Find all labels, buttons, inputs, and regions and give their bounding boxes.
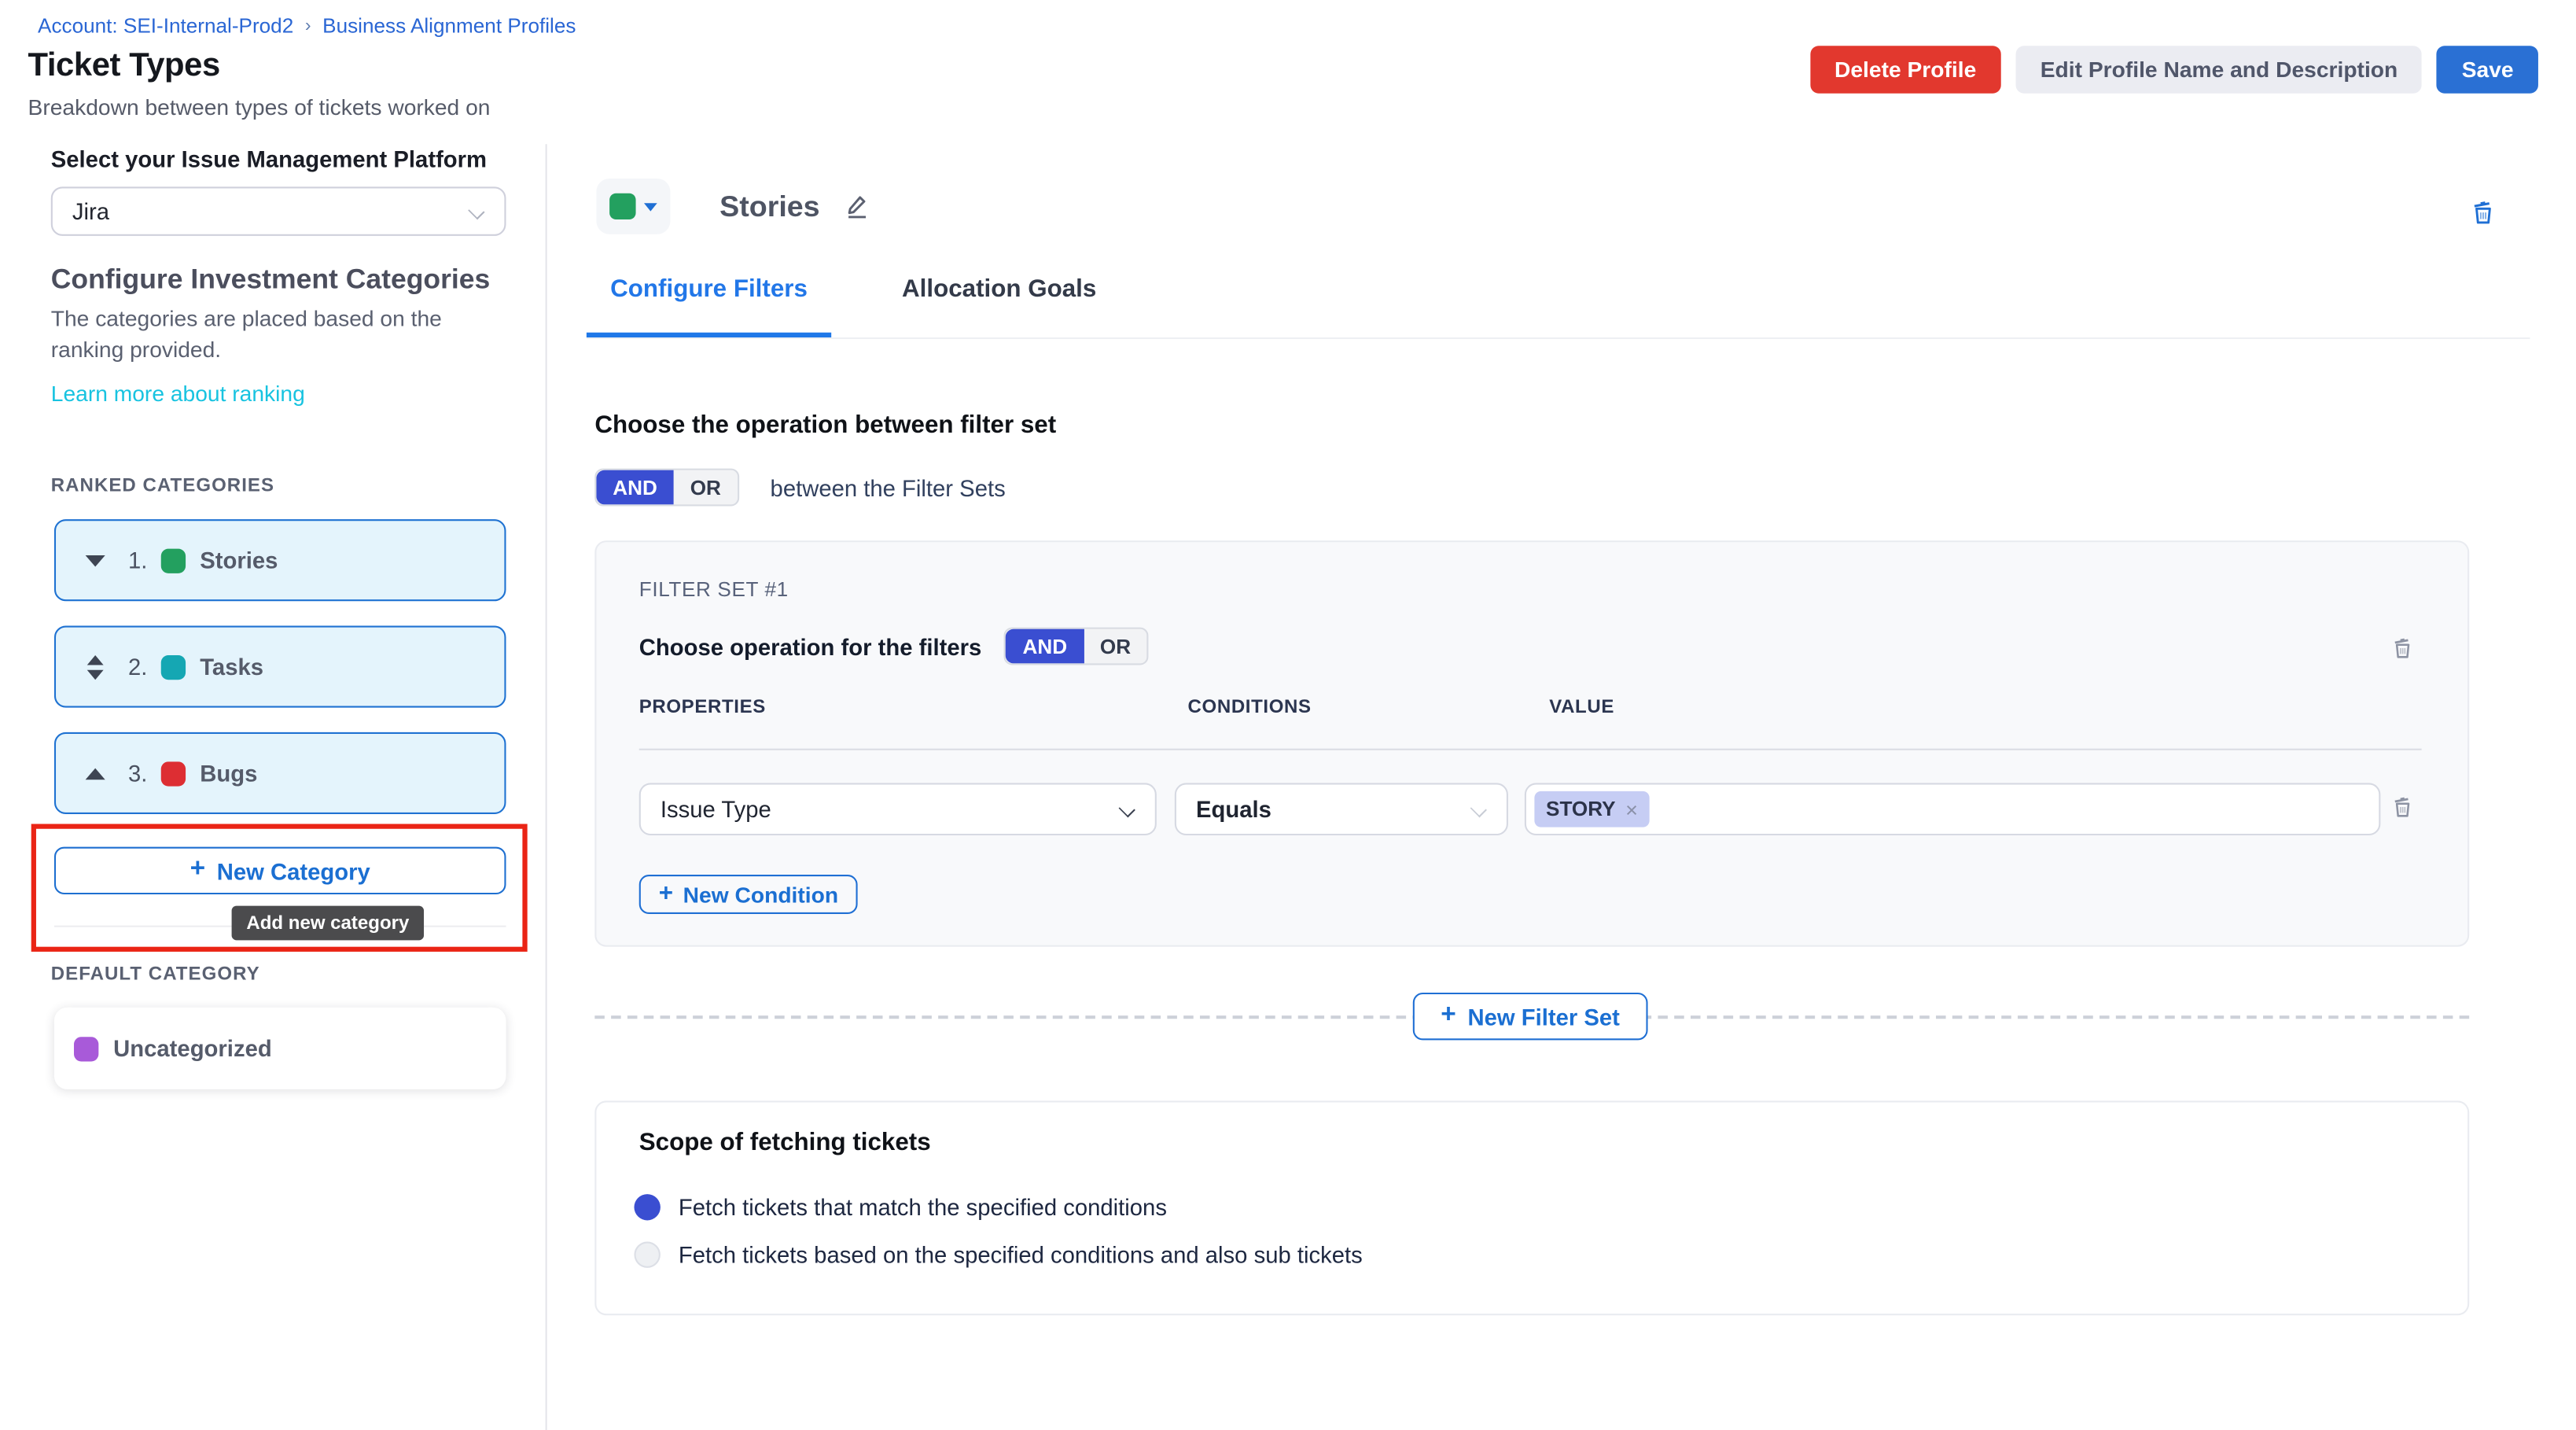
move-up-icon[interactable] [82,768,108,779]
and-toggle-option[interactable]: AND [596,470,673,505]
scope-option-match[interactable]: Fetch tickets that match the specified c… [634,1194,1166,1220]
page-subtitle: Breakdown between types of tickets worke… [28,95,491,120]
radio-unchecked-icon[interactable] [634,1242,660,1268]
category-color-dropdown[interactable] [596,179,670,234]
filters-operation-row: Choose operation for the filters AND OR [639,628,1149,665]
edit-profile-button[interactable]: Edit Profile Name and Description [2015,46,2422,93]
tab-configure-filters[interactable]: Configure Filters [587,275,831,337]
chip-remove-icon[interactable]: × [1625,797,1638,821]
add-category-tooltip: Add new category [232,906,425,941]
breadcrumb-page-link[interactable]: Business Alignment Profiles [322,15,576,38]
category-color-swatch [160,761,185,785]
default-category-card[interactable]: Uncategorized [54,1008,506,1089]
filter-set-title: FILTER SET #1 [639,578,789,601]
header-actions: Delete Profile Edit Profile Name and Des… [1810,46,2538,93]
category-color-swatch [160,548,185,573]
value-chip: STORY × [1534,791,1649,827]
delete-filter-set-trash-icon[interactable] [2390,636,2415,660]
column-header-properties: PROPERTIES [639,698,766,717]
app-root: Account: SEI-Internal-Prod2 › Business A… [0,0,2576,1430]
breadcrumb-separator-icon: › [305,17,311,36]
learn-more-link[interactable]: Learn more about ranking [51,381,305,406]
move-up-down-icon[interactable] [82,654,108,679]
new-filter-set-button[interactable]: + New Filter Set [1413,993,1648,1040]
and-toggle-option[interactable]: AND [1006,629,1084,664]
configure-categories-heading: Configure Investment Categories [51,264,491,297]
property-select-value: Issue Type [661,796,771,822]
breadcrumb: Account: SEI-Internal-Prod2 › Business A… [38,15,576,38]
condition-select[interactable]: Equals [1175,783,1508,835]
category-title-row: Stories [719,179,872,234]
tabs-divider [587,337,2530,339]
new-filter-set-row: + New Filter Set [594,993,2469,1040]
plus-icon: + [1441,1001,1456,1030]
radio-checked-icon[interactable] [634,1194,660,1220]
default-category-label: DEFAULT CATEGORY [51,965,260,985]
category-name: Uncategorized [113,1035,272,1061]
and-or-toggle: AND OR [1005,628,1150,665]
category-name: Bugs [200,760,257,786]
scope-heading: Scope of fetching tickets [639,1129,931,1156]
scope-option-sub-tickets[interactable]: Fetch tickets based on the specified con… [634,1242,1362,1268]
filters-operation-label: Choose operation for the filters [639,633,982,659]
tabs: Configure Filters Allocation Goals [587,275,1096,337]
category-rank: 1. [128,547,147,573]
chevron-down-icon [468,203,484,219]
plus-icon: + [190,855,206,884]
category-rank: 3. [128,760,147,786]
filter-set-operation-row: AND OR between the Filter Sets [594,469,1005,507]
category-title: Stories [719,190,820,224]
new-condition-button[interactable]: + New Condition [639,875,858,914]
category-card-tasks[interactable]: 2. Tasks [54,626,506,708]
platform-select[interactable]: Jira [51,186,506,235]
breadcrumb-account-link[interactable]: Account: SEI-Internal-Prod2 [38,15,293,38]
delete-condition-trash-icon[interactable] [2390,794,2415,819]
sidebar: Select your Issue Management Platform Ji… [0,144,547,1430]
main-panel: Stories Configure Filters Allocation Go [547,144,2576,1430]
delete-category-trash-icon[interactable] [2469,198,2497,226]
edit-pencil-icon[interactable] [843,192,873,221]
columns-divider [639,749,2422,750]
column-header-value: VALUE [1549,698,1614,717]
chevron-down-icon [1470,801,1487,817]
chevron-down-icon [1119,801,1135,817]
category-rank: 2. [128,654,147,680]
caret-down-icon [644,202,657,210]
and-or-toggle: AND OR [594,469,739,507]
category-name: Tasks [200,654,263,680]
operation-heading: Choose the operation between filter set [594,411,1056,439]
category-color-swatch [160,654,185,679]
value-multiselect[interactable]: STORY × [1525,783,2381,835]
page-title: Ticket Types [28,47,220,85]
tab-allocation-goals[interactable]: Allocation Goals [902,275,1096,337]
plus-icon: + [659,879,673,907]
or-toggle-option[interactable]: OR [674,470,738,505]
color-swatch-icon [609,193,635,219]
page-header: Account: SEI-Internal-Prod2 › Business A… [0,0,2576,144]
scope-card: Scope of fetching tickets Fetch tickets … [594,1100,2469,1315]
move-down-icon[interactable] [82,555,108,566]
or-toggle-option[interactable]: OR [1084,629,1147,664]
category-name: Stories [200,547,278,573]
category-color-swatch [74,1036,98,1060]
platform-select-value: Jira [72,198,109,224]
delete-profile-button[interactable]: Delete Profile [1810,46,2001,93]
platform-select-label: Select your Issue Management Platform [51,146,487,171]
category-card-bugs[interactable]: 3. Bugs [54,732,506,814]
filter-set-card: FILTER SET #1 Choose operation for the f… [594,540,2469,946]
save-button[interactable]: Save [2437,46,2538,93]
operation-caption: between the Filter Sets [771,474,1006,500]
property-select[interactable]: Issue Type [639,783,1157,835]
column-header-conditions: CONDITIONS [1188,698,1312,717]
category-card-stories[interactable]: 1. Stories [54,519,506,601]
ranked-categories-label: RANKED CATEGORIES [51,477,274,496]
configure-categories-description: The categories are placed based on the r… [51,303,466,365]
new-category-button[interactable]: + New Category [54,847,506,894]
condition-select-value: Equals [1196,796,1271,822]
